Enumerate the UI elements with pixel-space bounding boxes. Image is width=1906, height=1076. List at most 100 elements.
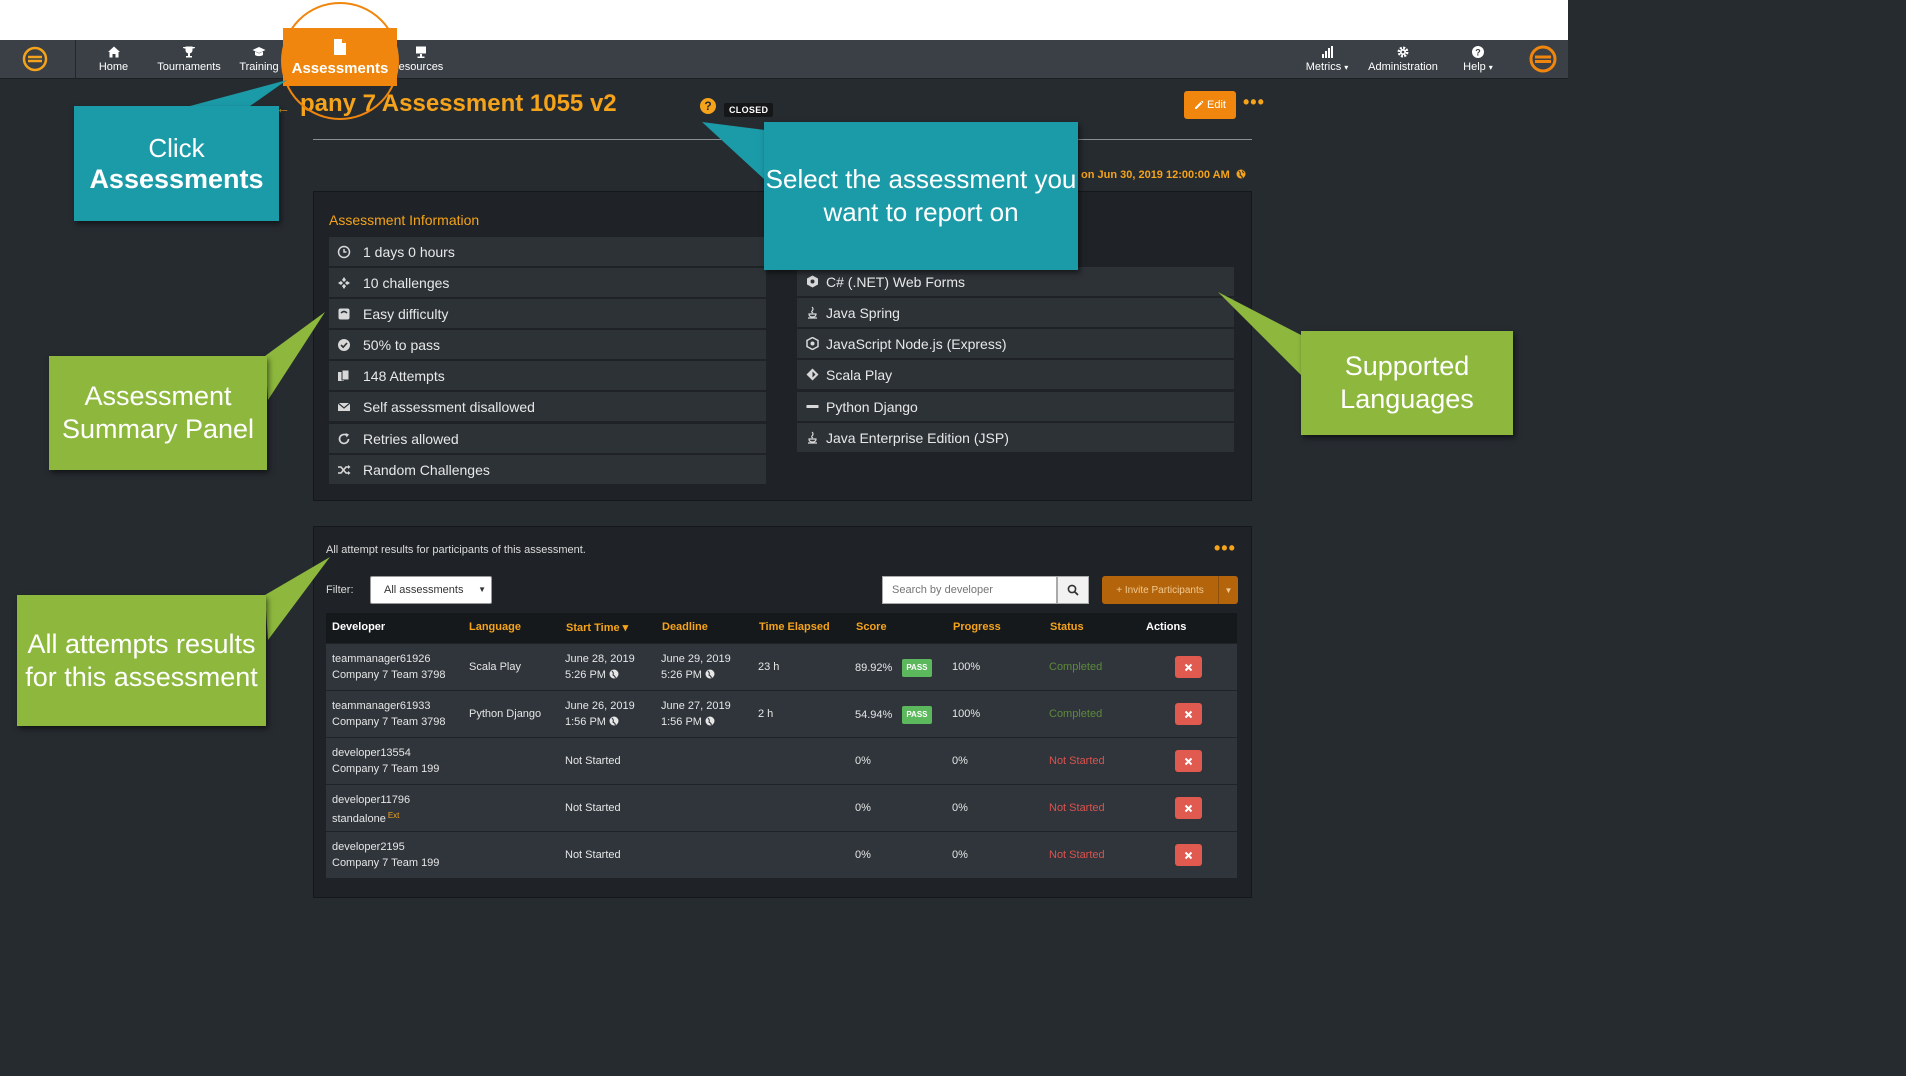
score-cell: 89.92% PASS	[855, 659, 932, 677]
language-label: C# (.NET) Web Forms	[826, 273, 965, 290]
info-retries: Retries allowed	[329, 424, 766, 453]
language-item: Java Enterprise Edition (JSP)	[797, 423, 1234, 452]
start-time-cell: June 28, 2019 5:26 PM	[565, 651, 635, 683]
start-hour: 5:26 PM	[565, 669, 606, 681]
info-duration-text: 1 days 0 hours	[363, 243, 455, 260]
status-cell: Not Started	[1049, 755, 1105, 767]
start-date: June 28, 2019	[565, 653, 635, 665]
info-pass-text: 50% to pass	[363, 336, 441, 353]
nav-training[interactable]: Training	[238, 40, 280, 78]
nav-administration[interactable]: Administration	[1366, 40, 1440, 78]
clock-icon	[337, 245, 351, 258]
nav-assessments-label: Assessments	[291, 59, 389, 77]
search-button[interactable]	[1057, 576, 1089, 604]
globe-icon	[705, 716, 715, 726]
globe-icon	[609, 716, 619, 726]
invite-participants-button[interactable]: + Invite Participants	[1102, 576, 1218, 604]
close-icon	[1184, 710, 1193, 718]
table-row[interactable]: developer13554 Company 7 Team 199 Not Sta…	[326, 737, 1237, 784]
score-cell: 0%	[855, 849, 871, 861]
hexagon-icon	[806, 337, 819, 350]
top-white-bar	[0, 0, 1568, 40]
developer-team: Company 7 Team 199	[332, 763, 440, 775]
col-deadline[interactable]: Deadline	[662, 621, 708, 633]
filter-value: All assessments	[384, 584, 464, 596]
search-input[interactable]	[882, 576, 1057, 604]
nav-assessments[interactable]: Assessments	[283, 28, 397, 86]
bar-chart-icon	[1322, 46, 1333, 58]
score-cell: 0%	[855, 755, 871, 767]
table-header: Developer Language Start Time ▾ Deadline…	[326, 613, 1237, 643]
table-row[interactable]: developer2195 Company 7 Team 199 Not Star…	[326, 831, 1237, 878]
logo-icon[interactable]	[19, 43, 51, 75]
nav-help-label: Help	[1463, 61, 1486, 73]
col-status[interactable]: Status	[1050, 621, 1084, 633]
click-assessments-callout: Click Assessments	[74, 106, 279, 221]
deadline-value: on Jun 30, 2019 12:00:00 AM	[1081, 169, 1230, 181]
click-callout-line1: Click	[148, 132, 205, 163]
col-developer[interactable]: Developer	[332, 621, 385, 633]
score-value: 54.94%	[855, 709, 893, 721]
col-progress[interactable]: Progress	[953, 621, 1001, 633]
close-icon	[1184, 804, 1193, 812]
deadline-date: June 27, 2019	[661, 700, 731, 712]
nav-home-label: Home	[98, 61, 129, 73]
caret-down-icon: ▾	[1344, 63, 1349, 72]
info-random-text: Random Challenges	[363, 461, 490, 478]
results-description: All attempt results for participants of …	[326, 544, 586, 556]
language-label: Scala Play	[826, 366, 893, 383]
invite-dropdown-caret-icon[interactable]: ▼	[1218, 576, 1238, 604]
nav-tournaments[interactable]: Tournaments	[155, 40, 223, 78]
more-options-icon[interactable]: •••	[1243, 92, 1265, 113]
results-more-icon[interactable]: •••	[1214, 538, 1236, 559]
assessment-info-title: Assessment Information	[329, 212, 480, 228]
status-cell: Completed	[1049, 661, 1103, 673]
language-label: JavaScript Node.js (Express)	[826, 335, 1007, 352]
delete-button[interactable]	[1175, 656, 1202, 678]
deadline-cell: June 29, 2019 5:26 PM	[661, 651, 731, 683]
home-icon	[107, 46, 120, 58]
delete-button[interactable]	[1175, 797, 1202, 819]
java-icon	[808, 431, 817, 444]
col-start-time-label: Start Time	[566, 622, 620, 634]
status-cell: Completed	[1049, 708, 1103, 720]
nav-metrics[interactable]: Metrics ▾	[1300, 40, 1354, 78]
supported-languages-callout: Supported Languages	[1301, 331, 1513, 435]
pencil-icon	[1195, 100, 1204, 109]
col-language[interactable]: Language	[469, 621, 521, 633]
table-row[interactable]: developer11796 standalone Ext Not Started …	[326, 784, 1237, 831]
nav-resources[interactable]: esources	[398, 40, 444, 78]
delete-button[interactable]	[1175, 703, 1202, 725]
deadline-text: on Jun 30, 2019 12:00:00 AM	[1081, 169, 1246, 181]
language-label: Python Django	[826, 398, 918, 415]
elapsed-cell: 23 h	[758, 661, 780, 673]
table-row[interactable]: teammanager61933 Company 7 Team 3798 Pyth…	[326, 690, 1237, 737]
nav-home[interactable]: Home	[97, 40, 130, 78]
caret-down-icon: ▾	[1488, 63, 1493, 72]
edit-label: Edit	[1207, 99, 1226, 111]
table-row[interactable]: teammanager61926 Company 7 Team 3798 Scal…	[326, 643, 1237, 690]
gauge-icon	[338, 308, 350, 319]
brand-logo-icon[interactable]	[1527, 43, 1559, 75]
svg-text:?: ?	[1475, 48, 1481, 58]
help-circle-icon[interactable]: ?	[700, 98, 716, 114]
developer-cell: developer13554 Company 7 Team 199	[332, 745, 439, 777]
delete-button[interactable]	[1175, 750, 1202, 772]
filter-select[interactable]: All assessments ▼	[370, 576, 492, 604]
close-icon	[1184, 663, 1193, 671]
check-circle-icon	[338, 338, 350, 351]
nav-help[interactable]: ? Help ▾	[1458, 40, 1498, 78]
col-time-elapsed[interactable]: Time Elapsed	[759, 621, 830, 633]
select-arrow-icon: ▼	[478, 585, 486, 594]
delete-button[interactable]	[1175, 844, 1202, 866]
col-score[interactable]: Score	[856, 621, 887, 633]
close-icon	[1184, 851, 1193, 859]
click-callout-line2: Assessments	[89, 163, 264, 194]
col-start-time[interactable]: Start Time ▾	[566, 621, 628, 634]
edit-button[interactable]: Edit	[1184, 91, 1236, 119]
nav-resources-label: esources	[398, 61, 444, 73]
graduation-cap-icon	[252, 47, 266, 57]
copies-icon	[338, 369, 350, 381]
info-difficulty-text: Easy difficulty	[363, 305, 449, 322]
deadline-date: June 29, 2019	[661, 653, 731, 665]
